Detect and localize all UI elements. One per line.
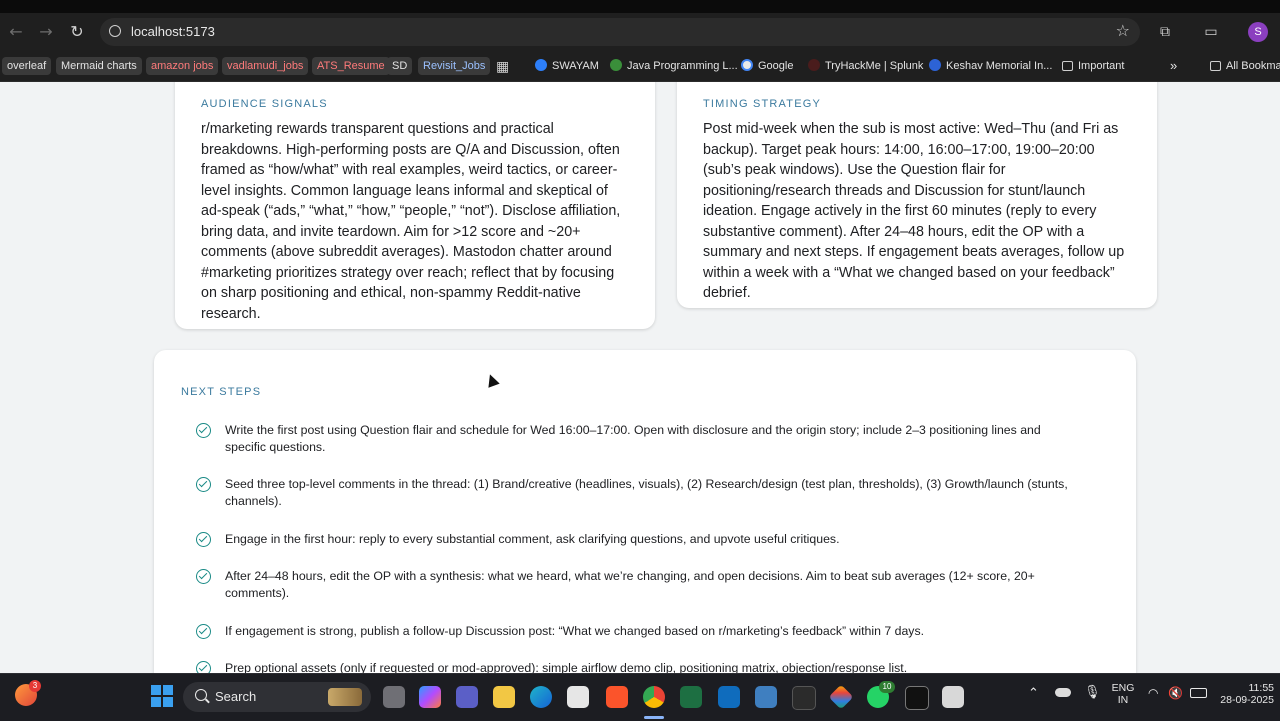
task-view-icon[interactable] (383, 686, 405, 708)
whatsapp-badge: 10 (879, 681, 895, 693)
timing-strategy-title: TIMING STRATEGY (703, 98, 822, 110)
taskbar-search[interactable]: Search (183, 682, 371, 712)
search-icon (195, 689, 207, 701)
edge-icon[interactable] (530, 686, 552, 708)
keshav-site-icon (929, 59, 941, 71)
swayam-icon (535, 59, 547, 71)
bookmark-vadlamudi-jobs[interactable]: vadlamudi_jobs (222, 57, 309, 75)
step-text: Write the first post using Question flai… (225, 423, 1041, 454)
excel-icon[interactable] (680, 686, 702, 708)
bookmark-google[interactable]: Google (741, 57, 793, 75)
windows-start-icon[interactable] (151, 685, 173, 707)
outlook-icon[interactable] (718, 686, 740, 708)
notification-badge: 3 (29, 680, 41, 692)
brave-icon[interactable] (606, 686, 628, 708)
extensions-icon[interactable]: ⧉ (1156, 24, 1174, 40)
clock-date: 28-09-2025 (1220, 694, 1274, 706)
store-icon[interactable] (567, 686, 589, 708)
step-text: Seed three top-level comments in the thr… (225, 477, 1068, 508)
microphone-icon[interactable]: 🎙 (1084, 685, 1101, 700)
battery-icon[interactable] (1190, 688, 1207, 698)
bookmark-star-icon[interactable]: ☆ (1116, 21, 1130, 40)
bookmark-swayam[interactable]: SWAYAM (535, 57, 599, 75)
check-circle-icon (196, 477, 211, 492)
windows-taskbar: 3 Search 10 ⌃ 🎙 ENG IN ◠ 🔇 11:55 28-09-2… (0, 673, 1280, 721)
java-site-icon (610, 59, 622, 71)
snipping-tool-icon[interactable] (942, 686, 964, 708)
taskbar-search-label: Search (215, 689, 257, 704)
bookmark-amazon-jobs[interactable]: amazon jobs (146, 57, 219, 75)
check-circle-icon (196, 661, 211, 673)
language-indicator[interactable]: ENG IN (1110, 682, 1136, 706)
bookmark-mermaid-charts[interactable]: Mermaid charts (56, 57, 142, 75)
address-url[interactable]: localhost:5173 (131, 24, 215, 39)
all-bookmarks-folder[interactable]: All Bookma (1210, 57, 1280, 75)
chevron-up-icon[interactable]: ⌃ (1028, 686, 1039, 701)
step-text: After 24–48 hours, edit the OP with a sy… (225, 569, 1035, 600)
bookmarks-bar: overleaf Mermaid charts amazon jobs vadl… (0, 51, 1280, 82)
clock[interactable]: 11:55 28-09-2025 (1214, 682, 1274, 706)
clock-time: 11:55 (1248, 682, 1275, 694)
google-icon (741, 59, 753, 71)
terminal-icon[interactable] (905, 686, 929, 710)
volume-muted-icon[interactable]: 🔇 (1168, 686, 1183, 700)
notification-app-icon[interactable]: 3 (15, 680, 41, 706)
teams-icon[interactable] (456, 686, 478, 708)
active-app-indicator (644, 716, 664, 719)
check-circle-icon (196, 532, 211, 547)
language-code: ENG (1111, 682, 1135, 694)
back-icon[interactable]: ← (5, 21, 27, 43)
bookmark-tryhackme[interactable]: TryHackMe | Splunk (808, 57, 923, 75)
postgres-icon[interactable] (755, 686, 777, 708)
chrome-icon[interactable] (643, 686, 665, 708)
whatsapp-icon[interactable]: 10 (867, 681, 895, 708)
tryhackme-icon (808, 59, 820, 71)
check-circle-icon (196, 423, 211, 438)
copilot-icon[interactable] (419, 686, 441, 708)
file-explorer-icon[interactable] (493, 686, 515, 708)
bookmark-java-programming[interactable]: Java Programming L... (610, 57, 738, 75)
wifi-icon[interactable]: ◠ (1148, 686, 1158, 700)
folder-icon (1210, 61, 1221, 71)
bookmarks-overflow-icon[interactable]: » (1170, 57, 1177, 75)
onedrive-icon[interactable] (1055, 688, 1071, 697)
gemini-icon[interactable] (828, 684, 854, 710)
step-text: Prep optional assets (only if requested … (225, 661, 908, 673)
browser-toolbar: ← → ↻ localhost:5173 ☆ ⧉ ▭ S (0, 13, 1280, 51)
reload-icon[interactable]: ↻ (66, 21, 88, 43)
timing-strategy-text: Post mid-week when the sub is most activ… (703, 121, 1125, 301)
step-text: If engagement is strong, publish a follo… (225, 624, 925, 638)
audience-signals-title: AUDIENCE SIGNALS (201, 98, 328, 110)
bookmark-revisit-jobs[interactable]: Revisit_Jobs (418, 57, 491, 75)
cast-icon[interactable]: ▭ (1202, 24, 1220, 40)
profile-avatar[interactable]: S (1248, 22, 1268, 42)
next-steps-title: NEXT STEPS (181, 386, 262, 398)
bookmark-keshav-memorial[interactable]: Keshav Memorial In... (929, 57, 1052, 75)
bookmark-sd[interactable]: SD (387, 57, 413, 75)
page-content: AUDIENCE SIGNALS r/marketing rewards tra… (0, 82, 1280, 673)
site-info-icon[interactable] (109, 25, 121, 37)
github-icon[interactable] (792, 686, 816, 710)
bookmark-overleaf[interactable]: overleaf (2, 57, 52, 75)
bookmark-ats-resume[interactable]: ATS_Resume (312, 57, 390, 75)
bookmark-important-folder[interactable]: Important (1062, 57, 1124, 75)
window-top-strip (0, 0, 1280, 13)
timing-strategy-card: TIMING STRATEGY Post mid-week when the s… (677, 82, 1157, 308)
check-circle-icon (196, 624, 211, 639)
audience-signals-card: AUDIENCE SIGNALS r/marketing rewards tra… (175, 82, 655, 329)
language-region: IN (1117, 694, 1129, 706)
folder-icon (1062, 61, 1073, 71)
step-text: Engage in the first hour: reply to every… (225, 532, 840, 546)
address-bar[interactable]: localhost:5173 ☆ (100, 18, 1140, 46)
check-circle-icon (196, 569, 211, 584)
forward-icon[interactable]: → (35, 21, 57, 43)
search-highlight-icon (328, 688, 362, 706)
audience-signals-text: r/marketing rewards transparent question… (201, 121, 621, 322)
apps-grid-icon[interactable]: ▦ (496, 57, 509, 75)
